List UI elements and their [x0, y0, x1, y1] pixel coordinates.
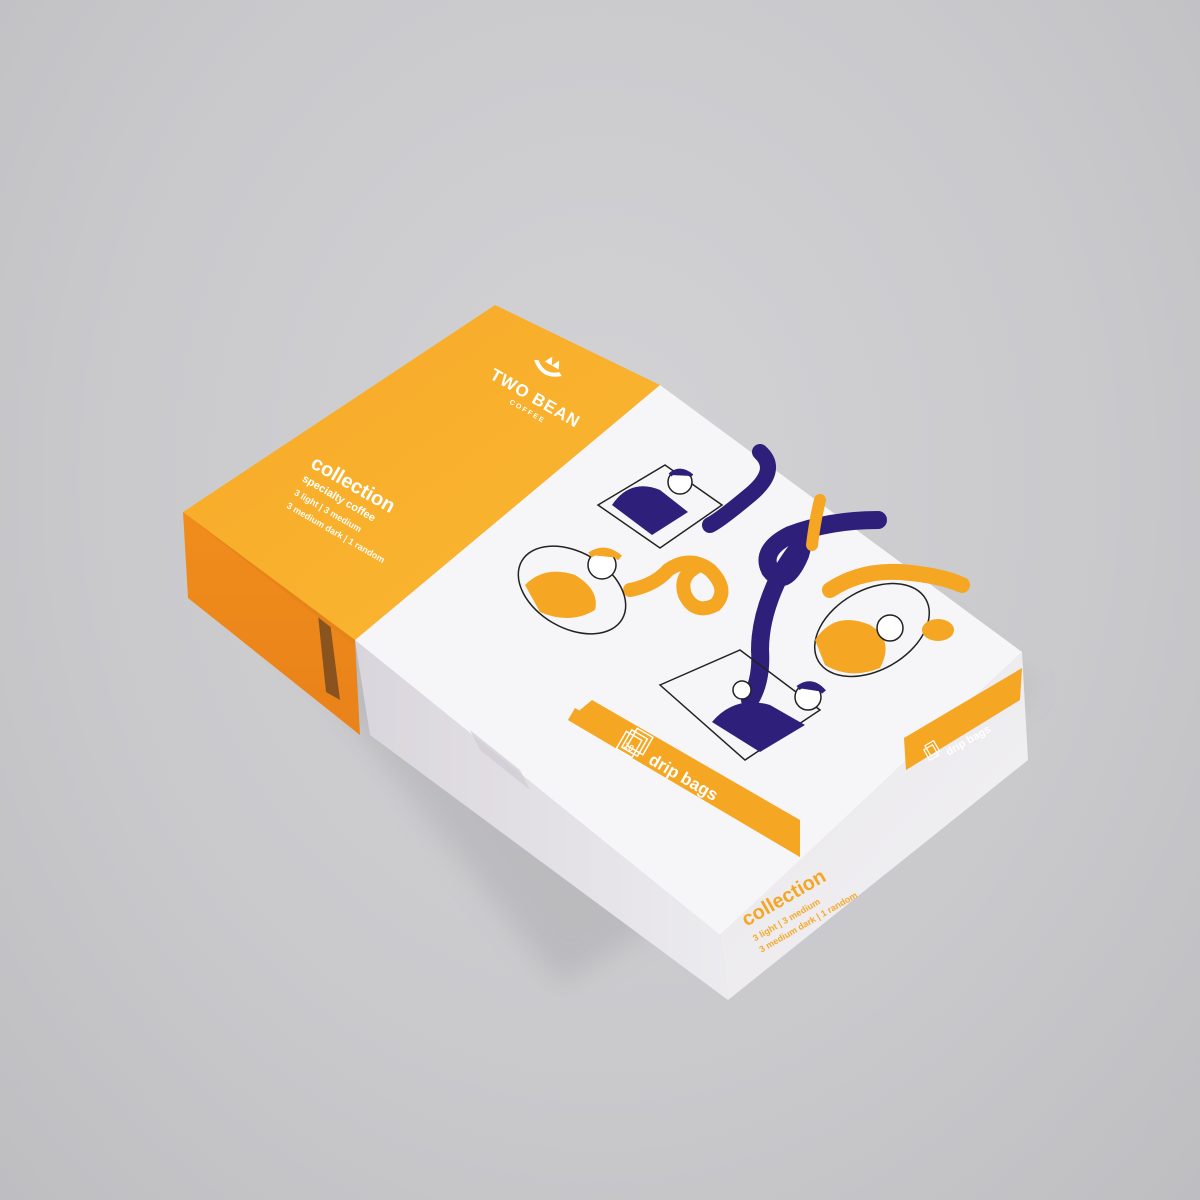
- orange-blob: [922, 619, 954, 641]
- hand-bottom: [732, 680, 752, 700]
- ribbon-orange-1: [806, 494, 826, 551]
- person-head-right: [876, 614, 904, 642]
- coffee-box: [183, 305, 1035, 1000]
- product-photo: TWO BEAN COFFEE collection specialty cof…: [0, 0, 1200, 1200]
